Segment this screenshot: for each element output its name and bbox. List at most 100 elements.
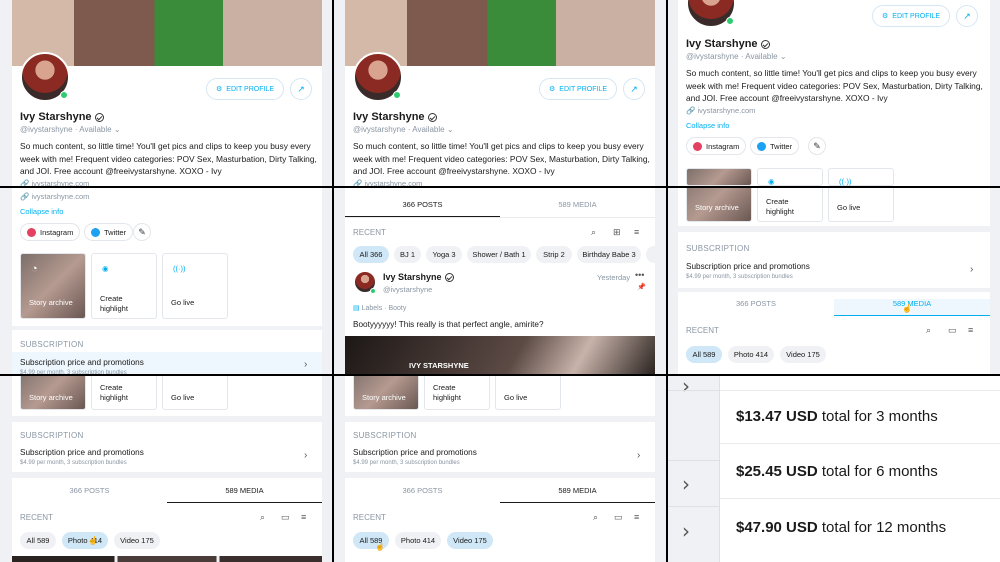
filter-chip[interactable]: All 366 [353,246,389,263]
recent-label[interactable]: RECENT [353,228,386,237]
tab-posts[interactable]: 366 POSTS [12,486,167,503]
website-link[interactable]: 🔗 ivystarshyne.com [353,179,422,186]
layout-icon[interactable]: ▭ [281,512,290,523]
post-image[interactable]: IVY STARSHYNE [345,336,655,374]
filter-chip[interactable]: Video 175 [447,532,493,549]
pin-icon[interactable]: 📌 [637,283,646,291]
website-link[interactable]: 🔗 ivystarshyne.com [686,106,755,115]
filter-chip[interactable]: Video 175 [114,532,160,549]
create-highlight-tile[interactable]: Create highlight [757,188,823,222]
go-live-tile[interactable]: ((·)) Go live [162,253,228,319]
search-icon[interactable]: ⌕ [260,512,265,523]
go-live-tile[interactable]: Go live [495,376,561,410]
filter-chip[interactable]: Yoga 3 [426,246,462,263]
chevron-right-icon[interactable]: › [970,264,973,275]
layout-icon[interactable]: ▭ [948,325,957,336]
subscription-title[interactable]: Subscription price and promotions [353,448,477,457]
recent-label[interactable]: RECENT [20,513,53,522]
filter-chip[interactable]: All 589 [686,346,722,363]
chevron-right-icon[interactable]: › [304,450,307,461]
tab-posts[interactable]: 366 POSTS [345,200,500,217]
edit-profile-button[interactable]: ⚙ EDIT PROFILE [539,78,617,100]
sort-icon[interactable]: ≡ [968,325,973,335]
chevron-right-icon[interactable]: › [637,450,640,461]
tab-media[interactable]: 589 MEDIA [834,299,990,316]
filter-chip[interactable]: BJ 1 [394,246,421,263]
story-archive-tile[interactable] [686,168,752,186]
subscription-title[interactable]: Subscription price and promotions [686,262,810,271]
story-archive-tile[interactable]: ◔ Story archive [20,253,86,319]
create-highlight-tile[interactable]: Create highlight [424,376,490,410]
post-author[interactable]: Ivy Starshyne [383,272,454,282]
filter-chip[interactable]: Photo 414 [395,532,441,549]
chevron-right-icon[interactable]: › [682,376,690,398]
tab-media[interactable]: 589 MEDIA [500,486,655,503]
bundle-6-months[interactable]: $25.45 USD total for 6 months [736,463,938,480]
story-archive-tile[interactable]: Story archive [353,376,419,410]
share-button[interactable]: ↗ [290,78,312,100]
chevron-right-icon[interactable]: › [682,519,690,543]
tab-posts[interactable]: 366 POSTS [678,299,834,316]
mouse-cursor-icon: ☝ [88,536,98,545]
subscription-title[interactable]: Subscription price and promotions [20,448,144,457]
instagram-button[interactable]: Instagram [686,137,747,155]
bundle-3-months[interactable]: $13.47 USD total for 3 months [736,408,938,425]
filter-chip[interactable]: Strip 2 [536,246,572,263]
sort-icon[interactable]: ≡ [634,227,639,237]
filter-chip[interactable]: Shower / Bath 1 [467,246,531,263]
tab-media[interactable]: 589 MEDIA [167,486,322,503]
share-button[interactable]: ↗ [956,5,978,27]
recent-label[interactable]: RECENT [686,326,719,335]
tab-posts[interactable]: 366 POSTS [345,486,500,503]
edit-socials-button[interactable]: ✎ [133,223,151,241]
edit-profile-button[interactable]: ⚙ EDIT PROFILE [206,78,284,100]
filter-chip[interactable]: Birthday Babe 3 [577,246,641,263]
collapse-info-link[interactable]: Collapse info [686,121,729,130]
twitter-button[interactable]: Twitter [84,223,134,241]
story-archive-tile[interactable]: Story archive [20,376,86,410]
search-icon[interactable]: ⌕ [591,227,596,238]
more-icon[interactable]: ••• [635,270,644,280]
create-highlight-tile[interactable]: ◉ Create highlight [91,253,157,319]
tab-media[interactable]: 589 MEDIA [500,200,655,217]
bundle-12-months[interactable]: $47.90 USD total for 12 months [736,519,946,536]
status-dropdown[interactable]: Available [412,125,444,134]
go-live-tile[interactable]: ((·)) [828,168,894,186]
profile-card: Story archive Create highlight Go live [678,188,990,226]
panel-top-left: ⚙ EDIT PROFILE ↗ Ivy Starshyne @ivystarsh… [0,0,332,186]
sort-icon[interactable]: ≡ [634,512,639,522]
share-button[interactable]: ↗ [623,78,645,100]
search-icon[interactable]: ⌕ [593,512,598,523]
post-handle[interactable]: @ivystarshyne [383,285,432,294]
collapse-info-link[interactable]: Collapse info [20,207,63,216]
media-thumbnails[interactable] [12,556,322,562]
chevron-right-icon[interactable]: › [682,472,690,496]
subscription-card: SUBSCRIPTION Subscription price and prom… [345,422,655,472]
filter-chip[interactable]: All 589 [20,532,56,549]
layout-icon[interactable]: ▭ [614,512,623,523]
instagram-button[interactable]: Instagram [20,223,81,241]
edit-socials-button[interactable]: ✎ [808,137,826,155]
status-dropdown[interactable]: Available [79,125,111,134]
status-dropdown[interactable]: Available [745,52,777,61]
go-live-tile[interactable]: Go live [828,188,894,222]
website-link[interactable]: 🔗 ivystarshyne.com [20,179,89,186]
filter-chip[interactable]: Photo 414 [62,532,108,549]
grid-icon[interactable]: ⊞ [613,227,621,238]
filter-chip[interactable]: Photo 414 [728,346,774,363]
go-live-tile[interactable]: Go live [162,376,228,410]
website-link[interactable]: 🔗 ivystarshyne.com [20,192,89,201]
twitter-button[interactable]: Twitter [750,137,800,155]
filter-chip-overflow[interactable] [646,246,655,263]
filter-chip[interactable]: Video 175 [780,346,826,363]
create-highlight-tile[interactable]: ◉ [757,168,823,186]
post-text: Bootyyyyyy! This really is that perfect … [353,320,544,329]
recent-label[interactable]: RECENT [353,513,386,522]
sort-icon[interactable]: ≡ [301,512,306,522]
edit-profile-button[interactable]: ⚙ EDIT PROFILE [872,5,950,27]
search-icon[interactable]: ⌕ [926,325,931,336]
feed-card: 366 POSTS 589 MEDIA ☝ RECENT ⌕ ▭ ≡ All 5… [678,292,990,374]
post-labels[interactable]: ▤ Labels · Booty [353,304,406,312]
story-archive-tile[interactable]: Story archive [686,188,752,222]
create-highlight-tile[interactable]: Create highlight [91,376,157,410]
